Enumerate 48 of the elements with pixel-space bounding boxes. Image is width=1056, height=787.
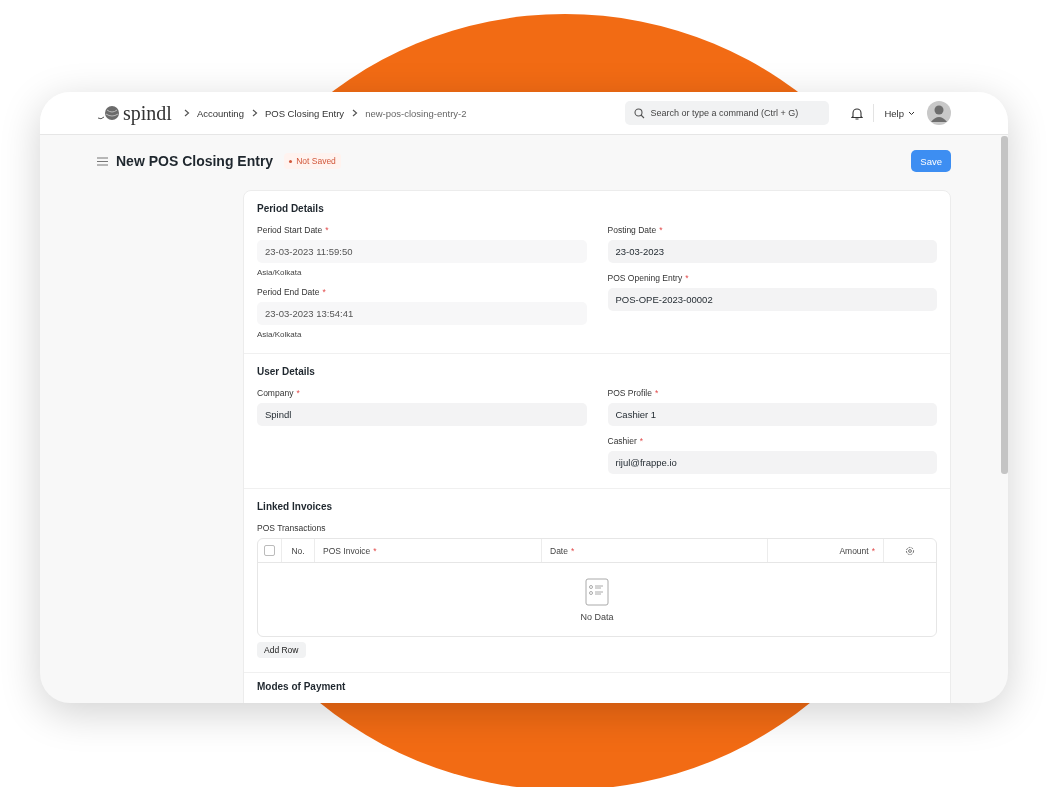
section-title: Modes of Payment	[257, 681, 347, 692]
field-label: Period End Date *	[257, 287, 327, 297]
input-field[interactable]: 23-03-2023 13:54:41	[257, 302, 587, 325]
input-field[interactable]: rijul@frappe.io	[607, 451, 937, 474]
checkbox[interactable]	[264, 545, 275, 556]
column-header: POS Invoice *	[315, 539, 542, 562]
page-title: New POS Closing Entry	[116, 153, 274, 169]
column-header: Amount *	[768, 539, 884, 562]
yarn-ball-icon	[97, 105, 121, 121]
empty-list-icon	[585, 577, 609, 606]
section-title: Linked Invoices	[257, 501, 334, 512]
field-label: Posting Date *	[607, 225, 664, 235]
field-label: Cashier *	[607, 436, 645, 446]
help-menu-button[interactable]: Help	[884, 107, 915, 119]
scrollbar[interactable]	[1001, 136, 1008, 474]
chevron-icon	[183, 109, 190, 117]
breadcrumb-link[interactable]: POS Closing Entry	[264, 107, 345, 119]
input-field[interactable]: 23-03-2023 11:59:50	[257, 240, 587, 263]
field-label: Period Start Date *	[257, 225, 330, 235]
section-title: Period Details	[257, 203, 325, 214]
chevron-icon	[251, 109, 258, 117]
notification-bell-icon[interactable]	[851, 106, 864, 120]
status-badge: Not Saved	[284, 153, 341, 169]
field-label: POS Opening Entry *	[607, 273, 690, 283]
caret-icon	[908, 110, 915, 116]
breadcrumb-link[interactable]: new-pos-closing-entry-2	[365, 107, 467, 119]
column-header: Date *	[542, 539, 768, 562]
empty-message: No Data	[580, 611, 614, 622]
table-label: POS Transactions	[257, 523, 327, 533]
field-label: POS Profile *	[607, 388, 660, 398]
chevron-icon	[352, 109, 359, 117]
timezone-note: Asia/Kolkata	[257, 330, 303, 339]
timezone-note: Asia/Kolkata	[257, 268, 303, 277]
search-field[interactable]: Search or type a command (Ctrl + G)	[625, 101, 830, 125]
section-title: User Details	[257, 366, 316, 377]
input-field[interactable]: 23-03-2023	[607, 240, 937, 263]
logo-text[interactable]: spindl	[123, 101, 172, 125]
input-field[interactable]: Spindl	[257, 403, 587, 426]
field-label: Company *	[257, 388, 301, 398]
menu-icon[interactable]	[97, 156, 108, 166]
search-icon	[634, 108, 646, 119]
input-field[interactable]: POS-OPE-2023-00002	[607, 288, 937, 311]
input-field[interactable]: Cashier 1	[607, 403, 937, 426]
avatar[interactable]	[927, 101, 951, 125]
settings-icon[interactable]	[905, 545, 915, 556]
add-row-button[interactable]: Add Row	[257, 642, 306, 658]
breadcrumb-link[interactable]: Accounting	[196, 107, 244, 119]
column-header: No.	[282, 539, 315, 562]
